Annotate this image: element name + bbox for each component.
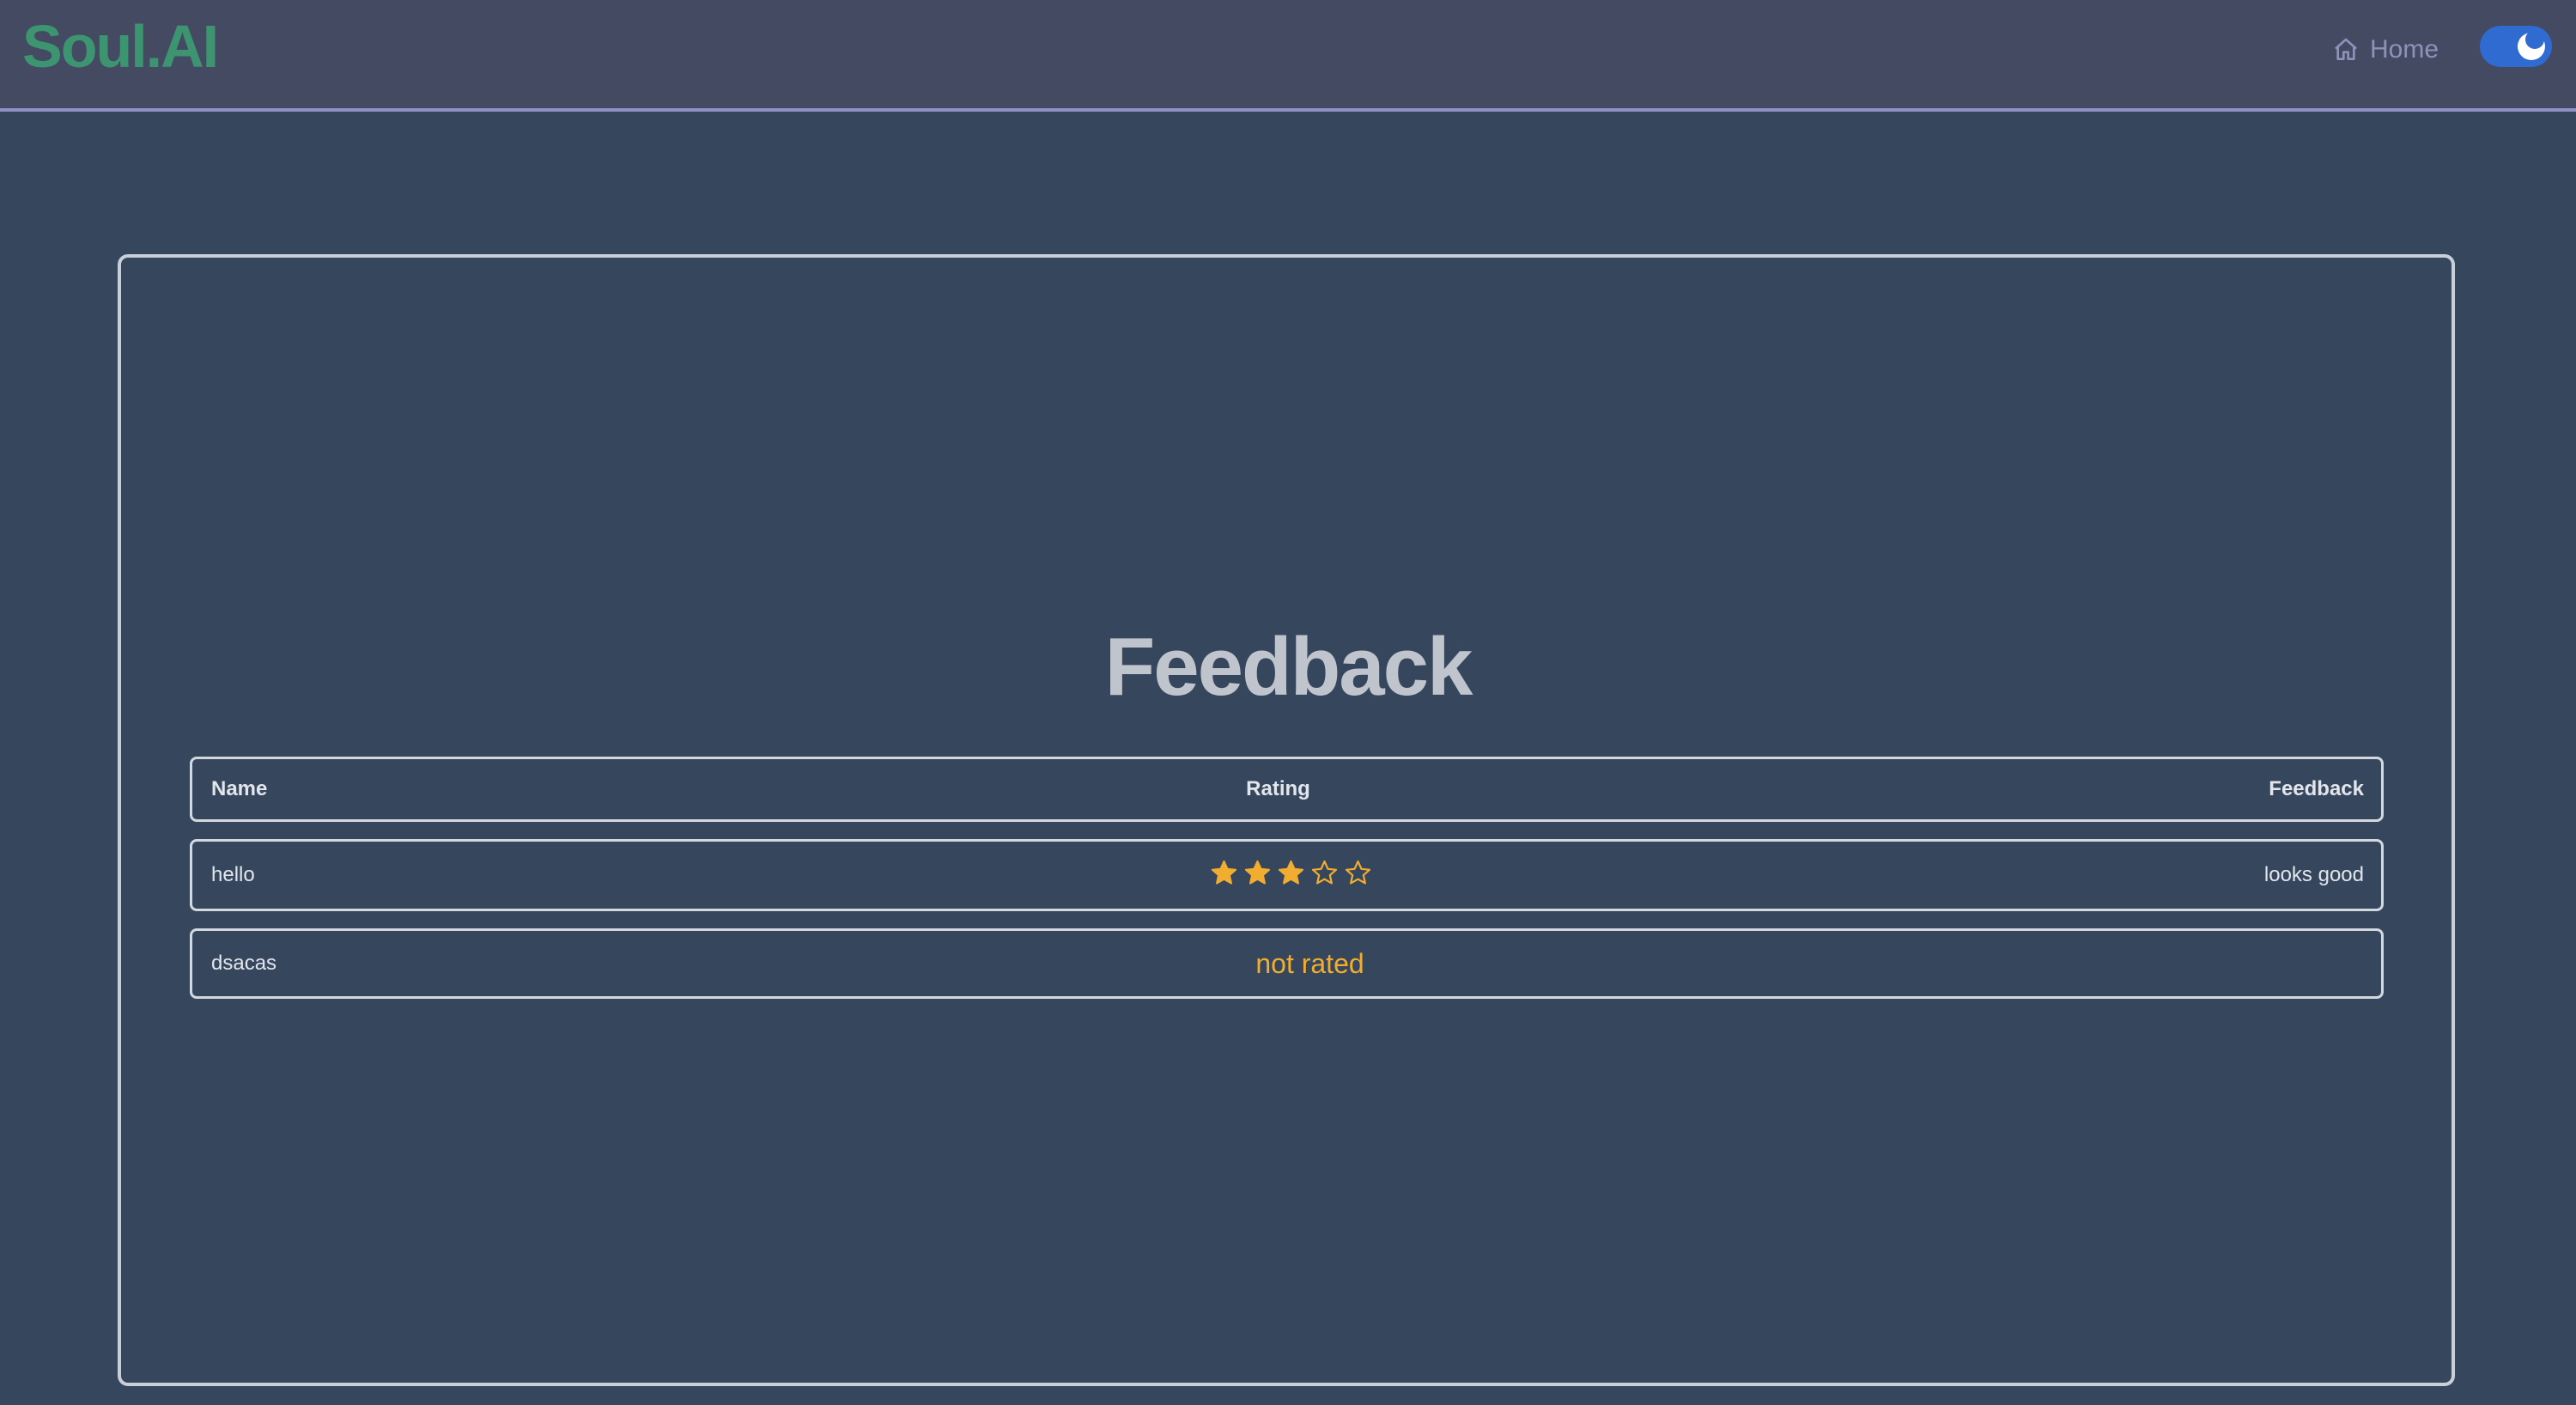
- star-filled-icon[interactable]: [1243, 859, 1272, 887]
- star-filled-icon[interactable]: [1210, 859, 1238, 887]
- theme-toggle[interactable]: [2480, 26, 2552, 67]
- home-icon: [2335, 38, 2357, 60]
- brand-logo[interactable]: Soul.AI: [22, 12, 219, 81]
- page-title: Feedback: [1104, 621, 1473, 713]
- column-header-rating: Rating: [192, 759, 2381, 819]
- not-rated-label: not rated: [1255, 947, 1364, 979]
- home-link-label: Home: [2370, 35, 2439, 64]
- table-row: dsacas not rated: [190, 928, 2384, 999]
- row-rating: [192, 842, 2381, 909]
- row-name: dsacas: [211, 952, 277, 975]
- column-header-rating-label: Rating: [1246, 777, 1310, 800]
- star-empty-icon[interactable]: [1310, 859, 1339, 887]
- table-row: hello looks good: [190, 839, 2384, 911]
- table-header-row: Name Rating Feedback: [190, 757, 2384, 822]
- home-link[interactable]: Home: [2332, 31, 2439, 69]
- row-feedback: looks good: [2263, 863, 2364, 886]
- star-empty-icon[interactable]: [1344, 859, 1372, 887]
- row-rating: not rated: [192, 931, 2381, 996]
- star-filled-icon[interactable]: [1277, 859, 1305, 887]
- column-header-name: Name: [211, 777, 268, 800]
- star-rating: [1210, 859, 1372, 887]
- navbar: Soul.AI Home: [0, 0, 2576, 112]
- row-name: hello: [211, 863, 255, 886]
- moon-toggle-icon: [2518, 30, 2545, 60]
- column-header-feedback: Feedback: [2269, 777, 2364, 800]
